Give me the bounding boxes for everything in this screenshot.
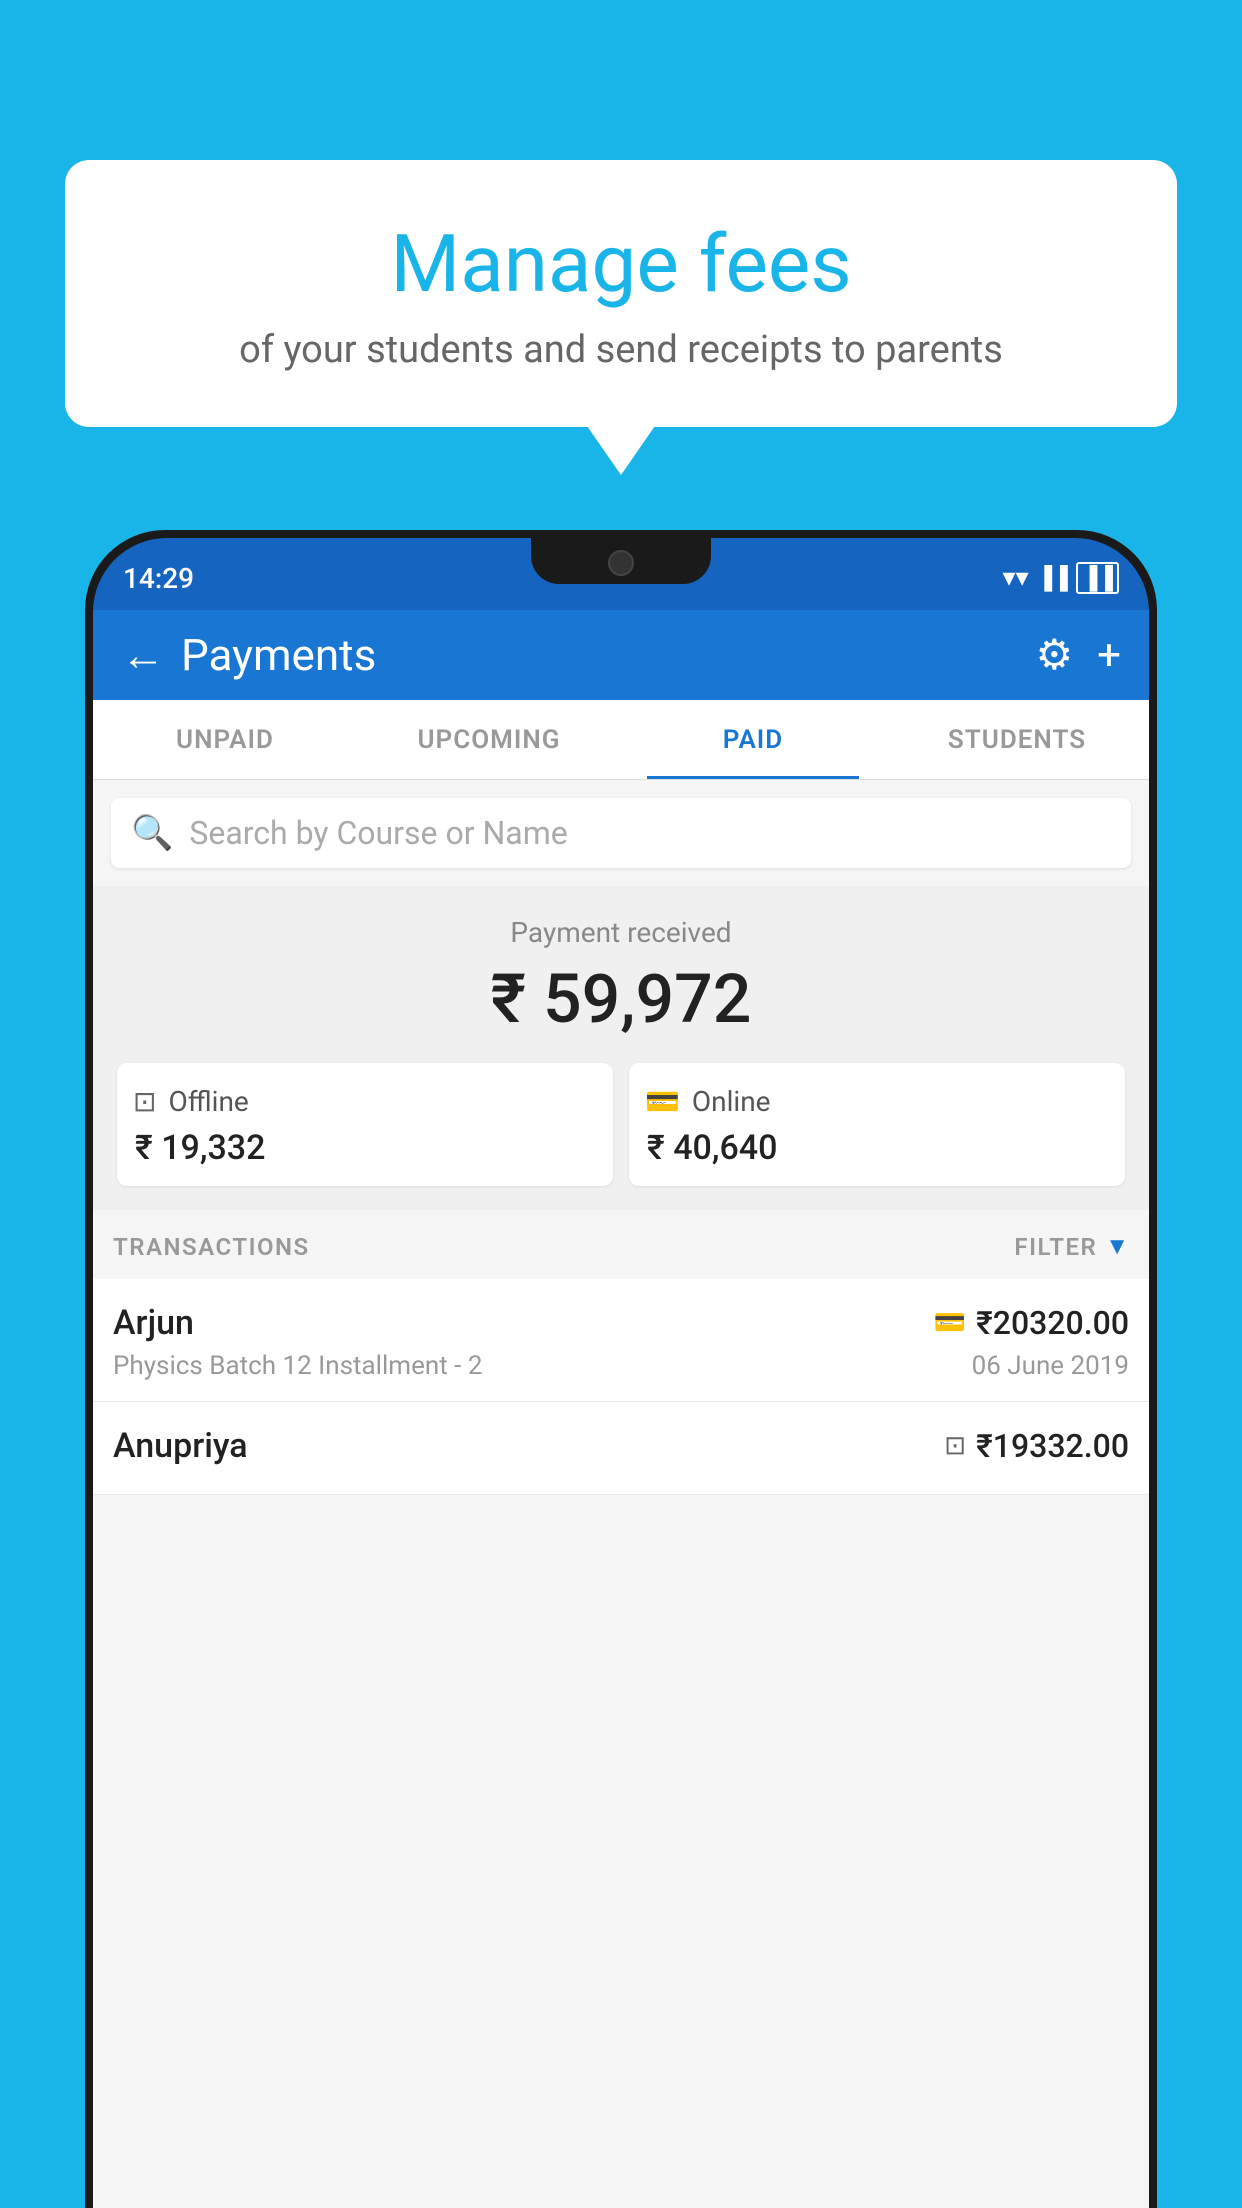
status-time: 14:29 bbox=[123, 562, 194, 595]
date-info: 06 June 2019 bbox=[972, 1351, 1129, 1381]
offline-amount: ₹ 19,332 bbox=[133, 1128, 597, 1168]
payment-received-label: Payment received bbox=[113, 916, 1129, 949]
phone-notch bbox=[531, 538, 711, 584]
manage-fees-title: Manage fees bbox=[105, 220, 1137, 308]
offline-card-row: ⊡ Offline bbox=[133, 1085, 597, 1118]
filter-wrap[interactable]: FILTER ▼ bbox=[1014, 1232, 1129, 1261]
header-title: Payments bbox=[181, 629, 376, 681]
phone-frame: 14:29 ▾▾ ▐▐ ▐▐ ← Payments ⚙ + UNPAID bbox=[85, 530, 1157, 2208]
phone-inner: 14:29 ▾▾ ▐▐ ▐▐ ← Payments ⚙ + UNPAID bbox=[93, 538, 1149, 2208]
payment-summary: Payment received ₹ 59,972 ⊡ Offline ₹ 19… bbox=[93, 886, 1149, 1210]
transaction-row-bottom: Physics Batch 12 Installment - 2 06 June… bbox=[113, 1351, 1129, 1381]
payment-total-amount: ₹ 59,972 bbox=[113, 959, 1129, 1039]
tabs-bar: UNPAID UPCOMING PAID STUDENTS bbox=[93, 700, 1149, 780]
online-amount: ₹ 40,640 bbox=[645, 1128, 1109, 1168]
transactions-label: TRANSACTIONS bbox=[113, 1233, 310, 1261]
tab-upcoming[interactable]: UPCOMING bbox=[357, 700, 621, 779]
offline-card: ⊡ Offline ₹ 19,332 bbox=[117, 1063, 613, 1186]
signal-icon: ▐▐ bbox=[1037, 565, 1068, 591]
speech-bubble-container: Manage fees of your students and send re… bbox=[65, 160, 1177, 427]
online-card-row: 💳 Online bbox=[645, 1085, 1109, 1118]
payment-type-icon: ⊡ bbox=[944, 1431, 966, 1461]
transactions-header: TRANSACTIONS FILTER ▼ bbox=[93, 1210, 1149, 1279]
transaction-item[interactable]: Arjun 💳 ₹20320.00 Physics Batch 12 Insta… bbox=[93, 1279, 1149, 1402]
tab-unpaid[interactable]: UNPAID bbox=[93, 700, 357, 779]
offline-label: Offline bbox=[168, 1085, 248, 1118]
screen-content: 🔍 Search by Course or Name Payment recei… bbox=[93, 780, 1149, 2208]
app-header: ← Payments ⚙ + bbox=[93, 610, 1149, 700]
settings-icon[interactable]: ⚙ bbox=[1036, 630, 1074, 680]
online-label: Online bbox=[692, 1085, 771, 1118]
transaction-row-top: Arjun 💳 ₹20320.00 bbox=[113, 1303, 1129, 1343]
battery-icon: ▐▐ bbox=[1076, 562, 1119, 594]
student-name: Anupriya bbox=[113, 1426, 248, 1466]
speech-bubble: Manage fees of your students and send re… bbox=[65, 160, 1177, 427]
manage-fees-subtitle: of your students and send receipts to pa… bbox=[105, 328, 1137, 372]
online-icon: 💳 bbox=[645, 1085, 680, 1118]
payment-type-icon: 💳 bbox=[934, 1308, 966, 1338]
status-icons: ▾▾ ▐▐ ▐▐ bbox=[1003, 562, 1119, 594]
tab-paid[interactable]: PAID bbox=[621, 700, 885, 779]
transaction-amount: ₹20320.00 bbox=[976, 1304, 1129, 1342]
transaction-item[interactable]: Anupriya ⊡ ₹19332.00 bbox=[93, 1402, 1149, 1495]
header-left: ← Payments bbox=[121, 629, 376, 681]
tab-students[interactable]: STUDENTS bbox=[885, 700, 1149, 779]
payment-cards: ⊡ Offline ₹ 19,332 💳 Online ₹ 40,640 bbox=[117, 1063, 1125, 1186]
search-bar[interactable]: 🔍 Search by Course or Name bbox=[111, 798, 1131, 868]
back-button[interactable]: ← bbox=[121, 629, 165, 681]
transaction-amount: ₹19332.00 bbox=[976, 1427, 1129, 1465]
wifi-icon: ▾▾ bbox=[1003, 563, 1029, 593]
filter-icon: ▼ bbox=[1105, 1232, 1129, 1261]
online-card: 💳 Online ₹ 40,640 bbox=[629, 1063, 1125, 1186]
add-icon[interactable]: + bbox=[1097, 631, 1121, 680]
search-icon: 🔍 bbox=[131, 813, 173, 853]
offline-icon: ⊡ bbox=[133, 1085, 156, 1118]
camera bbox=[608, 550, 634, 576]
student-name: Arjun bbox=[113, 1303, 194, 1343]
transaction-row-top: Anupriya ⊡ ₹19332.00 bbox=[113, 1426, 1129, 1466]
course-info: Physics Batch 12 Installment - 2 bbox=[113, 1351, 482, 1381]
search-placeholder: Search by Course or Name bbox=[189, 814, 567, 852]
filter-label: FILTER bbox=[1014, 1233, 1097, 1261]
header-right: ⚙ + bbox=[1036, 630, 1122, 680]
amount-wrap: ⊡ ₹19332.00 bbox=[944, 1427, 1129, 1465]
amount-wrap: 💳 ₹20320.00 bbox=[934, 1304, 1129, 1342]
